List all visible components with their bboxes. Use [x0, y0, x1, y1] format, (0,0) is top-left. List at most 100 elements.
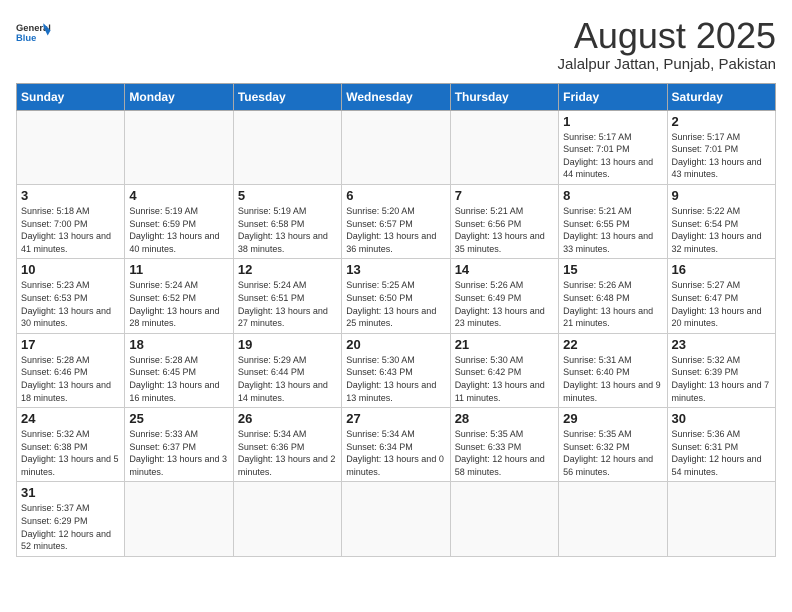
day-info: Sunrise: 5:26 AM Sunset: 6:48 PM Dayligh… — [563, 279, 662, 329]
weekday-header-saturday: Saturday — [667, 83, 775, 110]
calendar-cell: 21Sunrise: 5:30 AM Sunset: 6:42 PM Dayli… — [450, 333, 558, 407]
day-number: 26 — [238, 411, 337, 426]
calendar-cell — [450, 482, 558, 556]
calendar-cell: 5 Sunrise: 5:19 AM Sunset: 6:58 PM Daylig… — [233, 184, 341, 258]
weekday-header-monday: Monday — [125, 83, 233, 110]
calendar-cell: 20 Sunrise: 5:30 AM Sunset: 6:43 PM Dayli… — [342, 333, 450, 407]
calendar-cell — [233, 110, 341, 184]
calendar-cell: 7 Sunrise: 5:21 AM Sunset: 6:56 PM Daylig… — [450, 184, 558, 258]
logo-icon: General Blue — [16, 16, 52, 52]
calendar-cell — [450, 110, 558, 184]
calendar-cell: 29Sunrise: 5:35 AM Sunset: 6:32 PM Dayli… — [559, 408, 667, 482]
day-number: 3 — [21, 188, 120, 203]
day-info: Sunrise: 5:28 AM Sunset: 6:46 PM Dayligh… — [21, 354, 120, 404]
calendar-cell: 11Sunrise: 5:24 AM Sunset: 6:52 PM Dayli… — [125, 259, 233, 333]
day-info: Sunrise: 5:19 AM Sunset: 6:59 PM Dayligh… — [129, 205, 228, 255]
calendar-body: 1Sunrise: 5:17 AM Sunset: 7:01 PM Daylig… — [17, 110, 776, 556]
day-number: 8 — [563, 188, 662, 203]
day-info: Sunrise: 5:36 AM Sunset: 6:31 PM Dayligh… — [672, 428, 771, 478]
calendar-cell: 16 Sunrise: 5:27 AM Sunset: 6:47 PM Dayli… — [667, 259, 775, 333]
calendar-week-2: 10Sunrise: 5:23 AM Sunset: 6:53 PM Dayli… — [17, 259, 776, 333]
day-info: Sunrise: 5:31 AM Sunset: 6:40 PM Dayligh… — [563, 354, 662, 404]
weekday-row: SundayMondayTuesdayWednesdayThursdayFrid… — [17, 83, 776, 110]
day-number: 12 — [238, 262, 337, 277]
calendar-week-3: 17 Sunrise: 5:28 AM Sunset: 6:46 PM Dayli… — [17, 333, 776, 407]
calendar-cell: 10Sunrise: 5:23 AM Sunset: 6:53 PM Dayli… — [17, 259, 125, 333]
calendar-cell — [342, 482, 450, 556]
calendar-cell: 18 Sunrise: 5:28 AM Sunset: 6:45 PM Dayli… — [125, 333, 233, 407]
day-number: 18 — [129, 337, 228, 352]
calendar-cell — [125, 110, 233, 184]
day-info: Sunrise: 5:34 AM Sunset: 6:34 PM Dayligh… — [346, 428, 445, 478]
day-info: Sunrise: 5:27 AM Sunset: 6:47 PM Dayligh… — [672, 279, 771, 329]
calendar-cell: 4Sunrise: 5:19 AM Sunset: 6:59 PM Daylig… — [125, 184, 233, 258]
calendar-cell: 27 Sunrise: 5:34 AM Sunset: 6:34 PM Dayli… — [342, 408, 450, 482]
day-info: Sunrise: 5:34 AM Sunset: 6:36 PM Dayligh… — [238, 428, 337, 478]
calendar-cell: 30Sunrise: 5:36 AM Sunset: 6:31 PM Dayli… — [667, 408, 775, 482]
day-number: 11 — [129, 262, 228, 277]
calendar-cell: 8Sunrise: 5:21 AM Sunset: 6:55 PM Daylig… — [559, 184, 667, 258]
day-number: 28 — [455, 411, 554, 426]
calendar-cell — [559, 482, 667, 556]
day-number: 9 — [672, 188, 771, 203]
day-number: 17 — [21, 337, 120, 352]
day-number: 29 — [563, 411, 662, 426]
day-number: 7 — [455, 188, 554, 203]
calendar-cell: 1Sunrise: 5:17 AM Sunset: 7:01 PM Daylig… — [559, 110, 667, 184]
calendar-cell: 3Sunrise: 5:18 AM Sunset: 7:00 PM Daylig… — [17, 184, 125, 258]
title-section: August 2025 Jalalpur Jattan, Punjab, Pak… — [558, 16, 776, 73]
calendar-week-4: 24 Sunrise: 5:32 AM Sunset: 6:38 PM Dayli… — [17, 408, 776, 482]
calendar-cell: 15Sunrise: 5:26 AM Sunset: 6:48 PM Dayli… — [559, 259, 667, 333]
calendar-cell — [342, 110, 450, 184]
calendar-cell: 26 Sunrise: 5:34 AM Sunset: 6:36 PM Dayli… — [233, 408, 341, 482]
day-number: 13 — [346, 262, 445, 277]
day-number: 25 — [129, 411, 228, 426]
calendar-cell: 19Sunrise: 5:29 AM Sunset: 6:44 PM Dayli… — [233, 333, 341, 407]
day-info: Sunrise: 5:30 AM Sunset: 6:42 PM Dayligh… — [455, 354, 554, 404]
calendar-table: SundayMondayTuesdayWednesdayThursdayFrid… — [16, 83, 776, 557]
calendar-cell: 28 Sunrise: 5:35 AM Sunset: 6:33 PM Dayli… — [450, 408, 558, 482]
day-number: 19 — [238, 337, 337, 352]
weekday-header-thursday: Thursday — [450, 83, 558, 110]
calendar-cell: 24 Sunrise: 5:32 AM Sunset: 6:38 PM Dayli… — [17, 408, 125, 482]
calendar-cell: 22Sunrise: 5:31 AM Sunset: 6:40 PM Dayli… — [559, 333, 667, 407]
day-info: Sunrise: 5:37 AM Sunset: 6:29 PM Dayligh… — [21, 502, 120, 552]
day-number: 20 — [346, 337, 445, 352]
calendar-header: SundayMondayTuesdayWednesdayThursdayFrid… — [17, 83, 776, 110]
calendar-cell: 9 Sunrise: 5:22 AM Sunset: 6:54 PM Daylig… — [667, 184, 775, 258]
day-number: 5 — [238, 188, 337, 203]
day-info: Sunrise: 5:24 AM Sunset: 6:51 PM Dayligh… — [238, 279, 337, 329]
day-info: Sunrise: 5:21 AM Sunset: 6:56 PM Dayligh… — [455, 205, 554, 255]
calendar-cell — [125, 482, 233, 556]
calendar-week-1: 3Sunrise: 5:18 AM Sunset: 7:00 PM Daylig… — [17, 184, 776, 258]
day-info: Sunrise: 5:30 AM Sunset: 6:43 PM Dayligh… — [346, 354, 445, 404]
day-info: Sunrise: 5:22 AM Sunset: 6:54 PM Dayligh… — [672, 205, 771, 255]
day-number: 16 — [672, 262, 771, 277]
day-info: Sunrise: 5:28 AM Sunset: 6:45 PM Dayligh… — [129, 354, 228, 404]
day-info: Sunrise: 5:32 AM Sunset: 6:38 PM Dayligh… — [21, 428, 120, 478]
day-number: 31 — [21, 485, 120, 500]
calendar-title: August 2025 — [558, 16, 776, 56]
day-info: Sunrise: 5:35 AM Sunset: 6:33 PM Dayligh… — [455, 428, 554, 478]
weekday-header-tuesday: Tuesday — [233, 83, 341, 110]
calendar-subtitle: Jalalpur Jattan, Punjab, Pakistan — [558, 56, 776, 73]
calendar-cell — [233, 482, 341, 556]
page-header: General Blue August 2025 Jalalpur Jattan… — [16, 16, 776, 73]
calendar-week-5: 31 Sunrise: 5:37 AM Sunset: 6:29 PM Dayli… — [17, 482, 776, 556]
day-number: 2 — [672, 114, 771, 129]
calendar-cell: 14Sunrise: 5:26 AM Sunset: 6:49 PM Dayli… — [450, 259, 558, 333]
calendar-cell: 12 Sunrise: 5:24 AM Sunset: 6:51 PM Dayli… — [233, 259, 341, 333]
calendar-cell: 31 Sunrise: 5:37 AM Sunset: 6:29 PM Dayli… — [17, 482, 125, 556]
calendar-cell: 2Sunrise: 5:17 AM Sunset: 7:01 PM Daylig… — [667, 110, 775, 184]
calendar-cell — [667, 482, 775, 556]
calendar-cell: 23Sunrise: 5:32 AM Sunset: 6:39 PM Dayli… — [667, 333, 775, 407]
day-number: 6 — [346, 188, 445, 203]
calendar-cell: 6Sunrise: 5:20 AM Sunset: 6:57 PM Daylig… — [342, 184, 450, 258]
day-info: Sunrise: 5:25 AM Sunset: 6:50 PM Dayligh… — [346, 279, 445, 329]
day-number: 24 — [21, 411, 120, 426]
day-number: 27 — [346, 411, 445, 426]
calendar-cell: 17 Sunrise: 5:28 AM Sunset: 6:46 PM Dayli… — [17, 333, 125, 407]
logo: General Blue — [16, 16, 52, 52]
day-info: Sunrise: 5:19 AM Sunset: 6:58 PM Dayligh… — [238, 205, 337, 255]
weekday-header-sunday: Sunday — [17, 83, 125, 110]
